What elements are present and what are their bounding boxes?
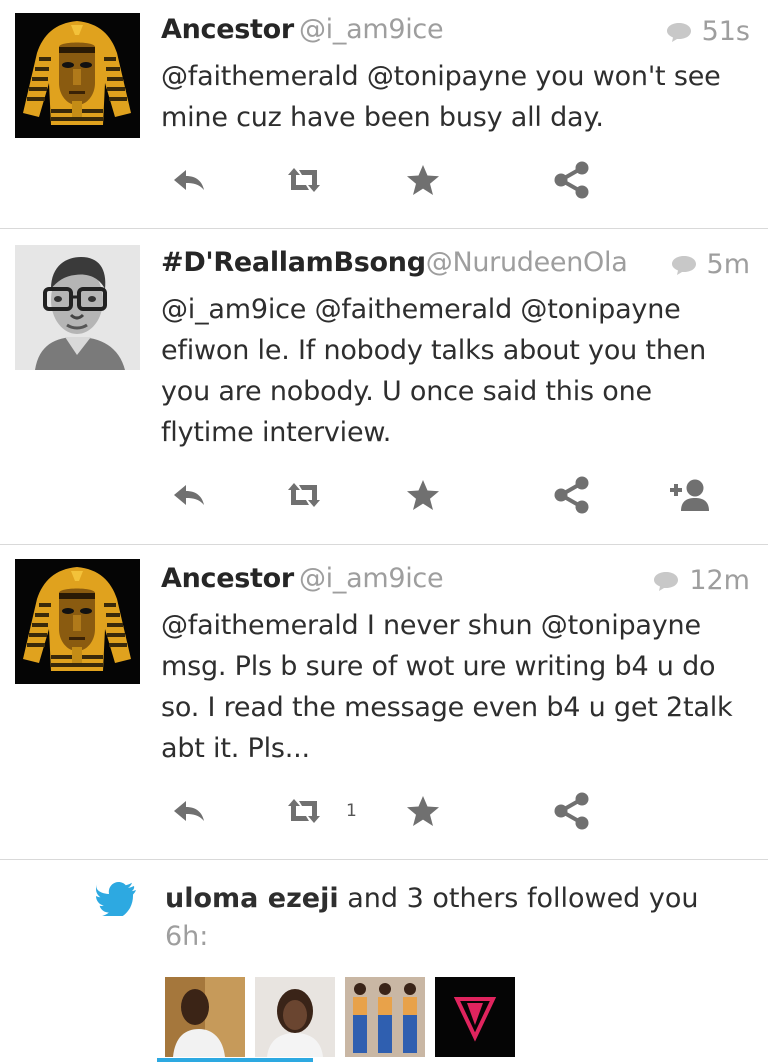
tweet-actions — [0, 470, 768, 520]
share-button[interactable] — [552, 786, 592, 836]
follower-avatars — [165, 977, 515, 1057]
tweet-actions — [0, 155, 768, 205]
tweet-timestamp: 12m — [689, 565, 750, 596]
tweet-card[interactable]: Ancestor @i_am9ice 51s @faithemerald @to… — [0, 0, 768, 229]
retweet-icon — [284, 480, 324, 510]
reply-button[interactable] — [171, 470, 207, 520]
notification-user[interactable]: uloma ezeji — [165, 883, 339, 914]
share-button[interactable] — [552, 155, 592, 205]
conversation-icon — [653, 570, 679, 592]
follower-photo-4 — [435, 977, 515, 1057]
tweet-author-name[interactable]: Ancestor — [161, 563, 294, 594]
tweet-text: @i_am9ice @faithemerald @tonipayne efiwo… — [161, 294, 707, 448]
favorite-button[interactable] — [405, 155, 441, 205]
follow-notification[interactable]: uloma ezeji and 3 others followed you 6h… — [0, 860, 768, 1062]
sketch-avatar-image — [15, 245, 140, 370]
conversation-icon — [666, 21, 692, 43]
avatar[interactable] — [15, 13, 140, 138]
tweet-timestamp: 51s — [701, 16, 750, 47]
pharaoh-avatar-image — [15, 13, 140, 138]
tweet-meta: 12m — [649, 565, 750, 596]
avatar[interactable] — [15, 559, 140, 684]
tweet-actions: 1 — [0, 786, 768, 836]
retweet-icon — [284, 796, 324, 826]
favorite-button[interactable] — [405, 786, 441, 836]
retweet-icon — [284, 165, 324, 195]
reply-icon — [171, 162, 207, 198]
tweet-header: Ancestor @i_am9ice 12m — [161, 563, 750, 607]
share-icon — [552, 475, 592, 515]
reply-button[interactable] — [171, 155, 207, 205]
retweet-count: 1 — [346, 801, 357, 821]
tweet-meta: 5m — [666, 249, 750, 280]
reply-icon — [171, 477, 207, 513]
favorite-icon — [405, 477, 441, 513]
pharaoh-avatar-image — [15, 559, 140, 684]
follower-photo-3 — [345, 977, 425, 1057]
scroll-indicator — [157, 1058, 313, 1062]
tweet-author-handle[interactable]: @NurudeenOla — [426, 247, 650, 278]
avatar[interactable] — [15, 245, 140, 370]
tweet-header: Ancestor @i_am9ice 51s — [161, 14, 750, 58]
tweet-author-name[interactable]: Ancestor — [161, 14, 294, 45]
twitter-bird-icon — [96, 882, 136, 916]
follow-icon — [666, 477, 712, 513]
tweet-author-handle[interactable]: @i_am9ice — [299, 563, 444, 594]
reply-button[interactable] — [171, 786, 207, 836]
follower-avatar[interactable] — [165, 977, 245, 1057]
notification-time: 6h: — [165, 921, 209, 952]
tweet-text: @faithemerald I never shun @tonipayne ms… — [161, 610, 733, 764]
follow-button[interactable] — [666, 470, 712, 520]
retweet-button[interactable]: 1 — [284, 786, 357, 836]
tweet-meta: 51s — [661, 16, 750, 47]
favorite-icon — [405, 793, 441, 829]
favorite-button[interactable] — [405, 470, 441, 520]
follower-avatar[interactable] — [345, 977, 425, 1057]
favorite-icon — [405, 162, 441, 198]
tweet-header: #D'ReallamBsong@NurudeenOla 5m — [161, 247, 750, 291]
retweet-button[interactable] — [284, 470, 324, 520]
follower-photo-1 — [165, 977, 245, 1057]
notification-text: uloma ezeji and 3 others followed you 6h… — [165, 880, 699, 956]
tweet-author-handle[interactable]: @i_am9ice — [299, 14, 444, 45]
follower-avatar[interactable] — [435, 977, 515, 1057]
reply-icon — [171, 793, 207, 829]
tweet-text: @faithemerald @tonipayne you won't see m… — [161, 61, 721, 133]
retweet-button[interactable] — [284, 155, 324, 205]
tweet-card[interactable]: #D'ReallamBsong@NurudeenOla 5m @i_am9ice… — [0, 229, 768, 545]
share-button[interactable] — [552, 470, 592, 520]
follower-photo-2 — [255, 977, 335, 1057]
share-icon — [552, 791, 592, 831]
tweet-card[interactable]: Ancestor @i_am9ice 12m @faithemerald I n… — [0, 545, 768, 860]
tweet-timestamp: 5m — [706, 249, 750, 280]
share-icon — [552, 160, 592, 200]
conversation-icon — [671, 254, 697, 276]
notification-message: and 3 others followed you — [338, 883, 699, 914]
follower-avatar[interactable] — [255, 977, 335, 1057]
tweet-author-name[interactable]: #D'ReallamBsong — [161, 247, 426, 278]
